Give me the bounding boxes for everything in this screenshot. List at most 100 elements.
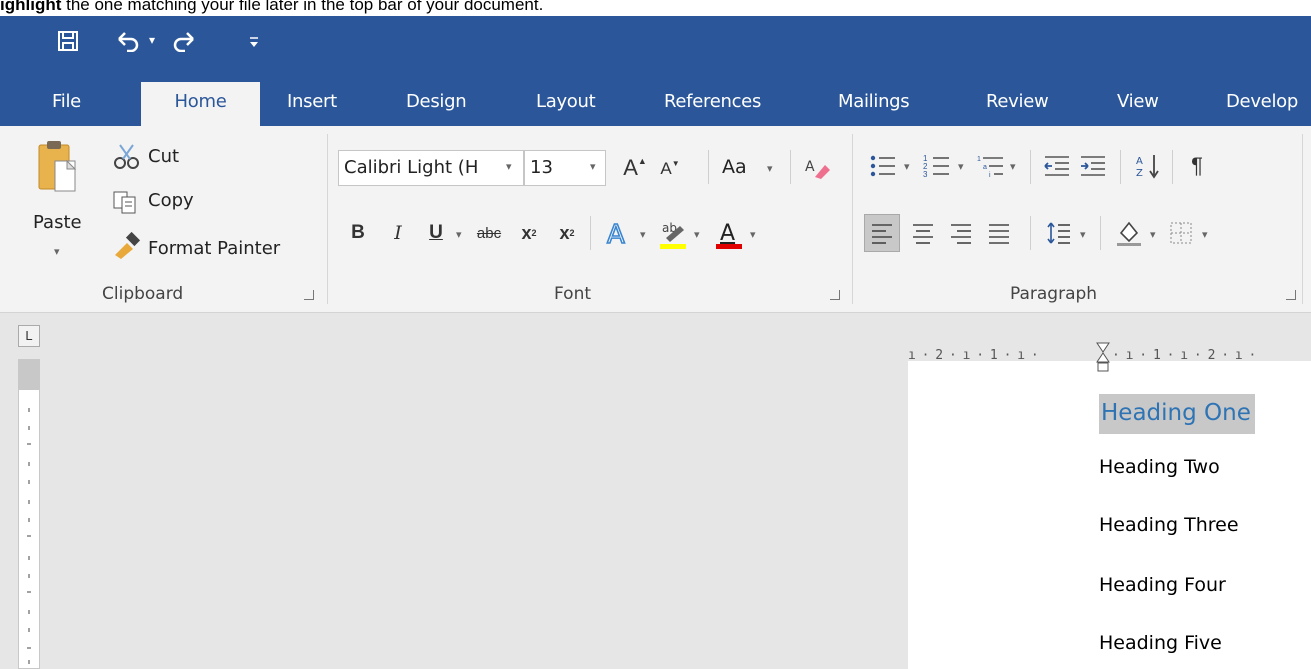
paragraph-group-label: Paragraph — [1010, 284, 1098, 304]
bold-icon[interactable]: B — [344, 218, 372, 248]
doc-heading-one[interactable]: Heading One — [1099, 394, 1255, 434]
decrease-indent-icon[interactable] — [1040, 150, 1074, 182]
top-caption: ighlight the one matching your file late… — [0, 0, 1311, 16]
caption-rest: the one matching your file later in the … — [61, 0, 544, 14]
strikethrough-icon[interactable]: abc — [472, 218, 506, 248]
redo-icon[interactable] — [166, 23, 202, 59]
superscript-icon[interactable]: x2 — [552, 218, 582, 248]
ribbon-home: Paste ▾ Cut Copy Format Painter Clipboar… — [0, 126, 1311, 313]
font-sep-2 — [790, 150, 791, 184]
clipboard-dialog-launcher[interactable] — [304, 290, 314, 300]
paragraph-dialog-launcher[interactable] — [1286, 290, 1296, 300]
font-size-dropdown-icon[interactable]: ▾ — [590, 160, 596, 173]
undo-icon[interactable] — [110, 23, 146, 59]
para-sep-5 — [1100, 216, 1101, 250]
para-sep-2 — [1120, 150, 1121, 184]
font-color-icon[interactable]: A — [712, 216, 746, 252]
para-sep-3 — [1172, 150, 1173, 184]
align-center-icon[interactable] — [906, 216, 940, 250]
paste-icon[interactable] — [36, 138, 78, 198]
show-formatting-marks-icon[interactable]: ¶ — [1180, 150, 1214, 182]
font-family-combo[interactable]: Calibri Light (H — [338, 150, 524, 186]
line-spacing-dropdown-icon[interactable]: ▾ — [1080, 228, 1086, 241]
undo-dropdown-icon[interactable]: ▾ — [146, 30, 158, 50]
caption-bold: ighlight — [0, 0, 62, 14]
tab-layout[interactable]: Layout — [536, 78, 596, 126]
numbering-icon[interactable]: 123 — [920, 150, 954, 182]
para-sep-4 — [1030, 216, 1031, 250]
svg-text:1: 1 — [977, 156, 981, 163]
multilevel-list-icon[interactable]: 1ai — [974, 150, 1008, 182]
svg-text:A: A — [607, 220, 625, 248]
font-separator — [852, 134, 853, 304]
grow-font-icon[interactable]: A ▲ — [620, 152, 650, 184]
multilevel-list-dropdown-icon[interactable]: ▾ — [1010, 160, 1016, 173]
customize-qat-icon[interactable] — [244, 30, 264, 54]
svg-text:A: A — [720, 221, 735, 246]
underline-icon[interactable]: U — [422, 218, 450, 248]
tab-design[interactable]: Design — [406, 78, 467, 126]
svg-text:A: A — [805, 159, 815, 175]
text-effects-dropdown-icon[interactable]: ▾ — [640, 228, 646, 241]
document-area: L ı · 2 · ı · 1 · ı · · ı · 1 · ı · 2 · … — [0, 313, 1311, 669]
numbering-dropdown-icon[interactable]: ▾ — [958, 160, 964, 173]
svg-text:a: a — [983, 164, 987, 171]
underline-dropdown-icon[interactable]: ▾ — [456, 228, 462, 241]
font-group-label: Font — [554, 284, 592, 304]
font-color-dropdown-icon[interactable]: ▾ — [750, 228, 756, 241]
indent-marker-icon[interactable] — [1096, 342, 1110, 372]
svg-text:A: A — [1136, 156, 1143, 167]
subscript-icon[interactable]: x2 — [514, 218, 544, 248]
tab-view[interactable]: View — [1117, 78, 1159, 126]
paste-dropdown-icon[interactable]: ▾ — [54, 245, 60, 258]
tab-references[interactable]: References — [664, 78, 761, 126]
font-dialog-launcher[interactable] — [830, 290, 840, 300]
doc-heading-two[interactable]: Heading Two — [1099, 456, 1220, 478]
font-sep-3 — [590, 216, 591, 250]
copy-button[interactable]: Copy — [148, 190, 194, 211]
doc-heading-five[interactable]: Heading Five — [1099, 632, 1222, 654]
bullets-icon[interactable] — [866, 150, 900, 182]
text-effects-icon[interactable]: A — [602, 216, 636, 250]
horizontal-ruler[interactable]: ı · 2 · ı · 1 · ı · · ı · 1 · ı · 2 · ı … — [908, 342, 1311, 372]
vertical-ruler[interactable] — [18, 359, 40, 669]
shading-icon[interactable] — [1112, 216, 1146, 250]
tab-selector[interactable]: L — [18, 325, 40, 347]
align-left-icon[interactable] — [864, 214, 900, 252]
text-highlight-dropdown-icon[interactable]: ▾ — [694, 228, 700, 241]
change-case-dropdown-icon[interactable]: ▾ — [767, 162, 773, 175]
svg-text:3: 3 — [923, 170, 928, 179]
borders-icon[interactable] — [1164, 216, 1198, 250]
horizontal-ruler-marks-right: · ı · 1 · ı · 2 · ı · — [1112, 348, 1256, 363]
italic-icon[interactable]: I — [384, 218, 412, 248]
text-highlight-icon[interactable]: ab — [656, 216, 690, 252]
svg-text:i: i — [989, 172, 991, 179]
tab-file[interactable]: File — [52, 78, 81, 126]
line-spacing-icon[interactable] — [1042, 216, 1076, 250]
align-right-icon[interactable] — [944, 216, 978, 250]
sort-icon[interactable]: AZ — [1132, 150, 1166, 182]
tab-insert[interactable]: Insert — [287, 78, 337, 126]
tab-review[interactable]: Review — [986, 78, 1049, 126]
save-icon[interactable] — [50, 23, 86, 59]
font-family-dropdown-icon[interactable]: ▾ — [506, 160, 512, 173]
shrink-font-icon[interactable]: A ▼ — [656, 154, 684, 184]
bullets-dropdown-icon[interactable]: ▾ — [904, 160, 910, 173]
tab-home[interactable]: Home — [141, 82, 260, 126]
paste-button[interactable]: Paste — [33, 212, 82, 233]
clear-formatting-icon[interactable]: A — [800, 152, 834, 184]
justify-icon[interactable] — [982, 216, 1016, 250]
change-case-button[interactable]: Aa — [722, 156, 747, 178]
font-sep-1 — [708, 150, 709, 184]
tab-mailings[interactable]: Mailings — [838, 78, 910, 126]
format-painter-button[interactable]: Format Painter — [148, 238, 280, 259]
doc-heading-four[interactable]: Heading Four — [1099, 574, 1226, 596]
tab-developer[interactable]: Develop — [1226, 78, 1298, 126]
borders-dropdown-icon[interactable]: ▾ — [1202, 228, 1208, 241]
increase-indent-icon[interactable] — [1076, 150, 1110, 182]
shading-dropdown-icon[interactable]: ▾ — [1150, 228, 1156, 241]
horizontal-ruler-marks-left: ı · 2 · ı · 1 · ı · — [908, 348, 1039, 363]
cut-button[interactable]: Cut — [148, 146, 179, 167]
doc-heading-three[interactable]: Heading Three — [1099, 514, 1239, 536]
title-bar: ▾ — [0, 16, 1311, 78]
